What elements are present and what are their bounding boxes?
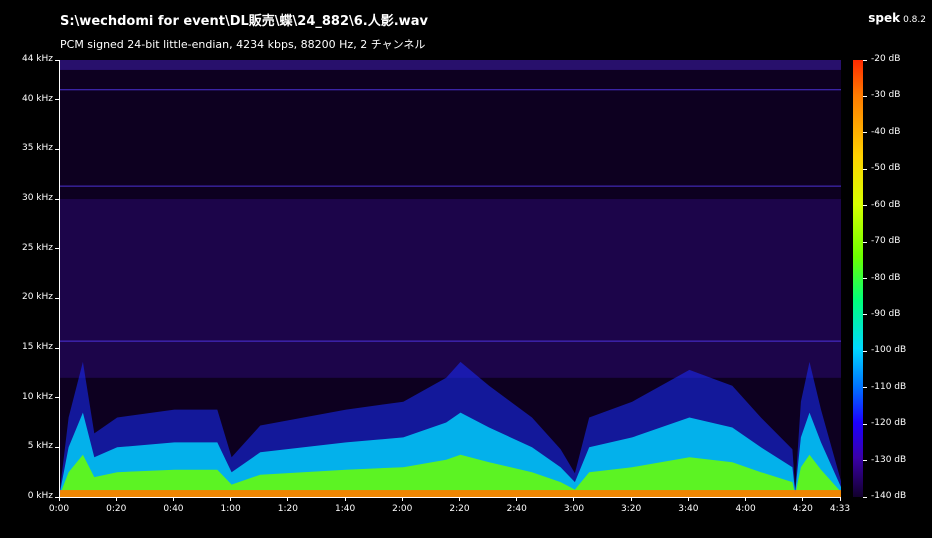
x-tick (459, 497, 460, 501)
colorbar-tick-label: -30 dB (871, 90, 901, 101)
x-tick (516, 497, 518, 501)
y-tick (55, 148, 59, 150)
colorbar-tick-label: -130 dB (871, 454, 907, 465)
colorbar-tick-label: -120 dB (871, 418, 907, 429)
colorbar-tick (863, 278, 867, 279)
colorbar-tick (863, 95, 867, 97)
colorbar-tick (863, 496, 867, 498)
y-tick-label: 0 kHz (27, 491, 53, 501)
x-tick-label: 4:00 (735, 504, 756, 514)
colorbar-tick (863, 387, 867, 389)
colorbar-tick-label: -70 dB (871, 236, 901, 247)
upper-noise-band (60, 199, 841, 378)
x-tick (630, 497, 632, 501)
x-tick (802, 497, 804, 501)
x-tick (230, 497, 232, 501)
y-tick (55, 99, 59, 101)
x-tick-label: 1:40 (334, 504, 356, 514)
x-tick-label: 0:00 (48, 504, 70, 514)
colorbar-tick (863, 168, 867, 170)
x-tick (287, 497, 289, 501)
x-tick (401, 497, 403, 501)
y-tick (55, 397, 59, 399)
x-tick-label: 2:00 (392, 504, 413, 514)
colorbar-tick-label: -40 dB (871, 126, 901, 137)
colorbar-tick (863, 314, 867, 316)
colorbar-tick (863, 350, 867, 352)
spectrogram-canvas (60, 60, 841, 497)
x-tick (745, 497, 747, 501)
x-tick (687, 497, 689, 501)
colorbar-tick (863, 205, 867, 207)
x-tick-label: 1:00 (220, 504, 241, 514)
x-tick-label: 4:20 (792, 504, 813, 514)
y-tick-label: 30 kHz (21, 193, 53, 204)
colorbar-tick-label: -60 dB (871, 199, 901, 210)
x-tick (172, 497, 174, 501)
colorbar-tick-label: -90 dB (871, 308, 901, 319)
colorbar-tick (863, 423, 867, 425)
colorbar-tick (863, 241, 867, 243)
colorbar-tick-label: -20 dB (871, 54, 901, 64)
y-tick (55, 446, 59, 448)
app-version: 0.8.2 (903, 15, 926, 25)
x-tick (344, 497, 346, 501)
colorbar-tick (863, 132, 867, 134)
x-tick-label: 0:20 (106, 504, 127, 514)
colorbar-tick (863, 460, 867, 462)
y-tick (55, 59, 59, 61)
y-tick-label: 44 kHz (21, 54, 53, 64)
y-tick-label: 5 kHz (27, 441, 53, 452)
floor-band (60, 490, 841, 497)
y-tick (55, 496, 59, 498)
colorbar-tick-label: -140 dB (871, 491, 907, 501)
x-tick-label: 3:40 (678, 504, 699, 514)
colorbar-tick-label: -110 dB (871, 381, 907, 392)
file-path-title: S:\wechdomi for event\DL販売\蝶\24_882\6.人影… (60, 14, 428, 29)
colorbar-tick (863, 59, 867, 61)
x-tick-label: 2:20 (449, 504, 470, 514)
y-tick (55, 347, 59, 349)
y-tick-label: 10 kHz (21, 391, 53, 402)
x-tick (573, 497, 575, 501)
y-tick (55, 297, 59, 299)
db-colorbar (853, 60, 863, 497)
y-tick-label: 25 kHz (21, 242, 53, 253)
x-tick-label: 4:33 (829, 504, 851, 514)
y-tick-label: 35 kHz (21, 143, 53, 154)
top-edge-band (60, 60, 841, 70)
app-name: spek (868, 11, 901, 25)
spectrogram-plot[interactable] (59, 60, 841, 498)
app-brand: spek 0.8.2 (868, 11, 926, 25)
y-tick-label: 40 kHz (21, 93, 53, 104)
y-tick-label: 15 kHz (21, 342, 53, 353)
x-tick-label: 1:20 (277, 504, 298, 514)
y-tick (55, 248, 59, 250)
x-tick-label: 3:20 (621, 504, 642, 514)
x-tick (115, 497, 117, 501)
x-tick-label: 0:40 (163, 504, 184, 514)
stream-info: PCM signed 24-bit little-endian, 4234 kb… (60, 38, 426, 51)
colorbar-tick-label: -80 dB (871, 272, 901, 283)
y-tick (55, 198, 59, 200)
x-tick-label: 2:40 (506, 504, 527, 514)
y-tick-label: 20 kHz (21, 292, 53, 303)
x-tick-label: 3:00 (563, 504, 585, 514)
x-tick (839, 497, 841, 501)
colorbar-tick-label: -100 dB (871, 345, 907, 356)
x-tick (58, 497, 60, 501)
colorbar-tick-label: -50 dB (871, 163, 901, 174)
